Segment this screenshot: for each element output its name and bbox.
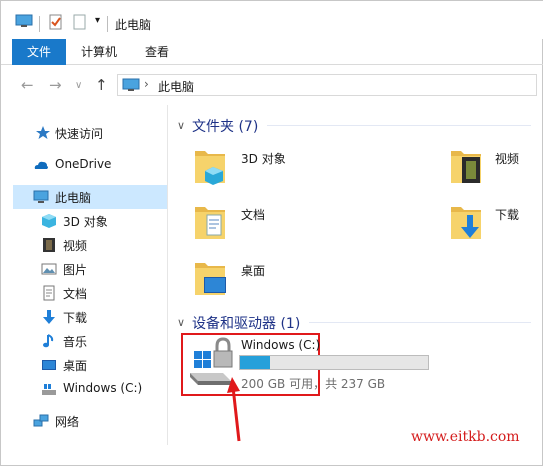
navigation-pane: 快速访问 OneDrive 此电脑 3D 对象 视频 图片 文档 下载 音乐 桌… [1,105,167,445]
folder-label-videos[interactable]: 视频 [495,150,519,167]
this-pc-icon [122,78,140,91]
nav-item-quick-access[interactable]: 快速访问 [13,121,167,145]
nav-item-this-pc[interactable]: 此电脑 [13,185,167,209]
nav-item-documents[interactable]: 文档 [13,281,167,305]
up-arrow-icon[interactable]: ↑ [95,76,108,94]
videos-folder-icon[interactable] [449,145,483,187]
breadcrumb-this-pc[interactable]: 此电脑 [158,78,194,95]
nav-item-drive-c[interactable]: Windows (C:) [13,377,167,401]
tab-view[interactable]: 查看 [137,39,177,65]
explorer-window: ▾ 此电脑 文件 计算机 查看 ← → ∨ ↑ › 此电脑 快速访问 OneDr… [0,0,543,466]
drive-usage-bar [239,355,429,370]
window-title: 此电脑 [115,18,152,32]
back-arrow-icon[interactable]: ← [21,76,34,94]
nav-label: 视频 [63,239,88,253]
nav-label: 桌面 [63,359,88,373]
downloads-icon [43,310,55,324]
quick-access-star-icon [36,126,50,139]
music-icon [43,334,54,348]
annotation-arrow-icon [227,377,241,442]
address-bar[interactable]: › 此电脑 [117,74,537,96]
3d-objects-icon [42,214,56,228]
drive-c-icon [42,384,56,395]
nav-label: 3D 对象 [63,215,108,229]
properties-icon[interactable] [49,14,63,30]
nav-label: 此电脑 [55,191,92,205]
drive-usage-fill [240,356,271,369]
nav-item-videos[interactable]: 视频 [13,233,167,257]
tab-computer[interactable]: 计算机 [71,39,127,65]
network-icon [33,414,49,427]
pictures-icon [41,263,57,275]
watermark: www.eitkb.com [411,429,520,445]
documents-folder-icon[interactable] [193,201,227,243]
group-header-folders[interactable]: 文件夹 (7) [192,116,258,136]
this-pc-icon [33,190,49,203]
tab-file[interactable]: 文件 [12,39,66,65]
forward-arrow-icon[interactable]: → [49,76,62,94]
nav-label: 快速访问 [55,127,104,141]
folder-label-desktop[interactable]: 桌面 [241,262,265,279]
nav-item-pictures[interactable]: 图片 [13,257,167,281]
group-divider [267,125,531,126]
nav-label: Windows (C:) [63,381,143,395]
new-folder-icon[interactable] [73,14,87,30]
collapse-chevron-icon[interactable]: ∨ [177,119,185,132]
nav-label: 网络 [55,415,80,429]
3d-objects-folder-icon[interactable] [193,145,227,187]
ribbon: 文件 计算机 查看 [1,39,543,65]
folder-label-documents[interactable]: 文档 [241,206,265,223]
downloads-folder-icon[interactable] [449,201,483,243]
nav-item-onedrive[interactable]: OneDrive [13,153,167,177]
documents-icon [43,285,55,301]
desktop-icon [42,360,56,370]
drive-name[interactable]: Windows (C:) [241,338,320,352]
title-separator [39,16,40,32]
nav-item-network[interactable]: 网络 [13,409,167,433]
nav-item-music[interactable]: 音乐 [13,329,167,353]
nav-label: 文档 [63,287,88,301]
folder-label-3d-objects[interactable]: 3D 对象 [241,150,286,167]
nav-item-downloads[interactable]: 下载 [13,305,167,329]
videos-icon [43,238,55,252]
title-separator [107,16,108,32]
collapse-chevron-icon[interactable]: ∨ [177,316,185,329]
nav-label: 图片 [63,263,88,277]
breadcrumb-chevron-icon[interactable]: › [144,77,149,91]
desktop-folder-icon[interactable] [193,257,227,299]
onedrive-cloud-icon [34,161,48,169]
customize-qat-chevron-icon[interactable]: ▾ [95,15,100,26]
drive-free-space: 200 GB 可用，共 237 GB [241,377,386,391]
nav-item-3d-objects[interactable]: 3D 对象 [13,209,167,233]
nav-label: 音乐 [63,335,88,349]
this-pc-icon [15,14,33,27]
group-header-drives[interactable]: 设备和驱动器 (1) [192,313,300,333]
nav-item-desktop[interactable]: 桌面 [13,353,167,377]
recent-locations-chevron-icon[interactable]: ∨ [75,80,82,91]
pane-divider [167,105,168,445]
title-bar: ▾ 此电脑 [1,1,543,39]
group-divider [309,322,531,323]
folder-label-downloads[interactable]: 下载 [495,206,519,223]
navigation-bar: ← → ∨ ↑ › 此电脑 [1,67,543,103]
nav-label: OneDrive [55,157,112,171]
nav-label: 下载 [63,311,88,325]
